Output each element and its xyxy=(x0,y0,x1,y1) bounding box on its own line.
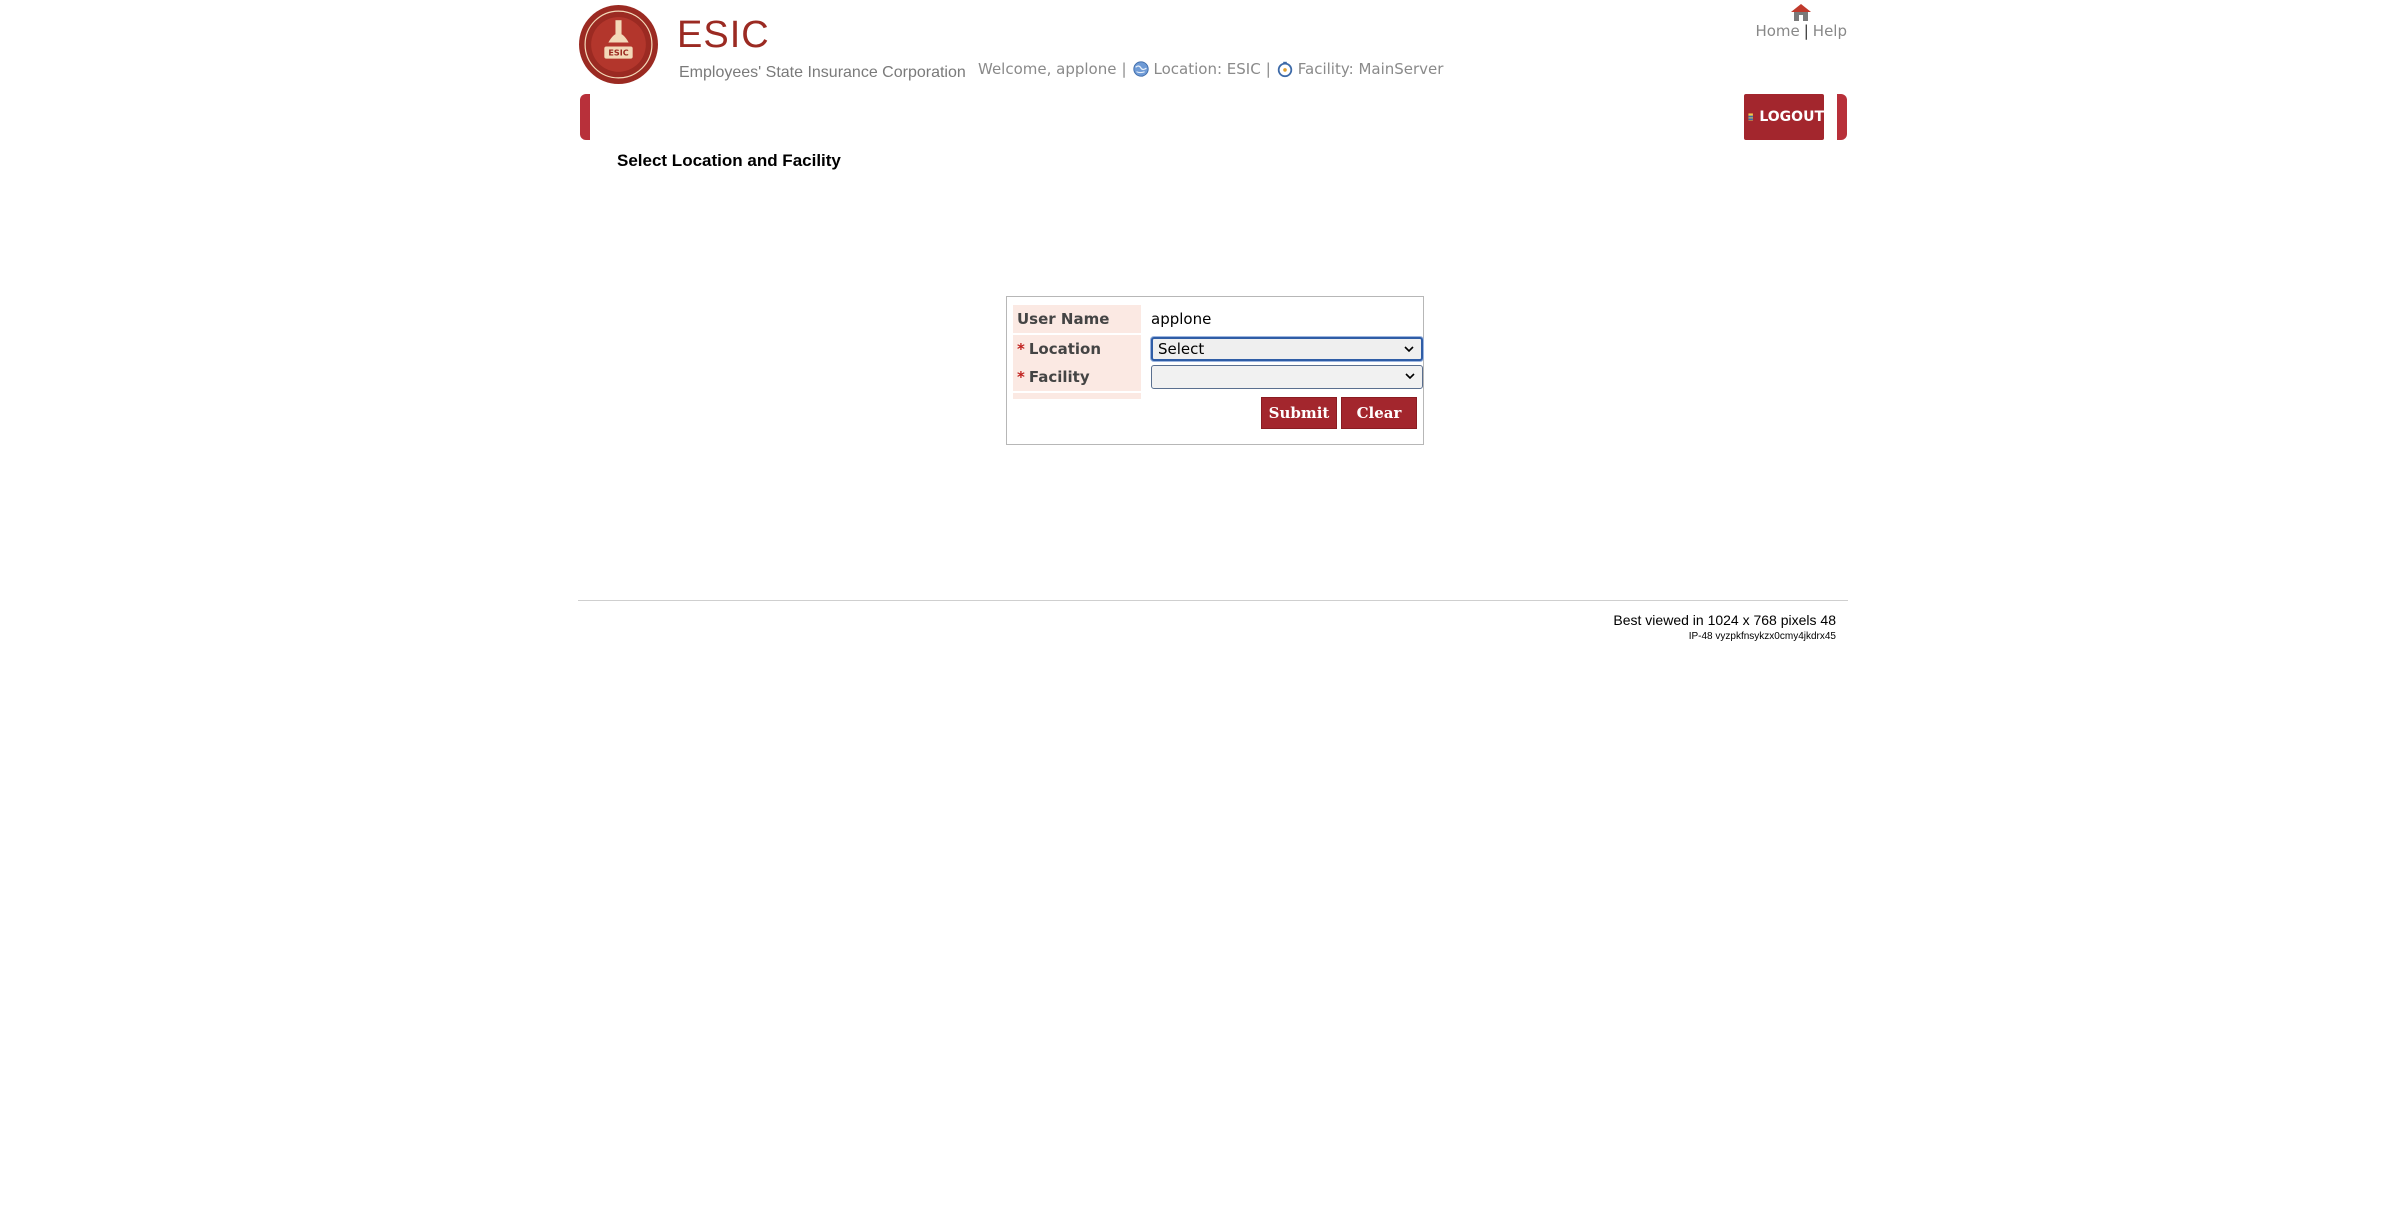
globe-icon xyxy=(1132,61,1149,77)
facility-label: * Facility xyxy=(1013,363,1141,391)
svg-text:ESIC: ESIC xyxy=(608,48,628,58)
separator: | xyxy=(1265,60,1271,78)
welcome-bar: Welcome, applone | Location: ESIC | Faci… xyxy=(978,60,1443,78)
logout-icon xyxy=(1748,113,1753,121)
username-row: User Name applone xyxy=(1013,305,1417,333)
location-row: * Location Select xyxy=(1013,335,1423,363)
home-icon[interactable] xyxy=(1789,2,1813,22)
facility-info: Facility: MainServer xyxy=(1297,60,1444,78)
submit-button[interactable]: Submit xyxy=(1261,397,1337,429)
brand-name: ESIC xyxy=(677,14,770,56)
form-actions: Submit Clear xyxy=(1007,397,1423,429)
separator: | xyxy=(1803,22,1809,40)
logout-label: LOGOUT xyxy=(1759,109,1824,125)
username-value: applone xyxy=(1151,310,1212,328)
location-select[interactable]: Select xyxy=(1151,337,1423,361)
footer-divider xyxy=(578,600,1848,601)
welcome-text: Welcome, applone xyxy=(978,60,1117,78)
server-info: IP-48 vyzpkfnsykzx0cmy4jkdrx45 xyxy=(1688,631,1836,642)
logout-button[interactable]: LOGOUT xyxy=(1744,94,1824,140)
help-link[interactable]: Help xyxy=(1813,22,1847,40)
location-label-text: Location xyxy=(1028,340,1102,358)
location-facility-form: User Name applone * Location Select * Fa… xyxy=(1006,296,1424,445)
username-label: User Name xyxy=(1013,305,1141,333)
facility-label-text: Facility xyxy=(1028,368,1090,386)
page-title: Select Location and Facility xyxy=(617,151,841,170)
clear-button[interactable]: Clear xyxy=(1341,397,1417,429)
location-label: * Location xyxy=(1013,335,1141,363)
esic-logo: ESIC xyxy=(579,5,658,84)
facility-icon xyxy=(1277,61,1292,78)
nav-bar-right-cap xyxy=(1837,94,1847,140)
required-mark: * xyxy=(1017,368,1025,386)
facility-select[interactable] xyxy=(1151,365,1423,389)
home-link[interactable]: Home xyxy=(1755,22,1799,40)
top-links: Home | Help xyxy=(1737,0,1847,44)
best-viewed-note: Best viewed in 1024 x 768 pixels 48 xyxy=(1613,612,1836,628)
separator: | xyxy=(1121,60,1127,78)
chevron-down-icon xyxy=(1405,373,1415,380)
nav-bar-left-cap xyxy=(580,94,590,140)
location-select-value: Select xyxy=(1158,340,1205,358)
brand-subtitle: Employees' State Insurance Corporation xyxy=(679,64,966,81)
required-mark: * xyxy=(1017,340,1025,358)
facility-row: * Facility xyxy=(1013,363,1423,391)
chevron-down-icon xyxy=(1404,346,1414,353)
location-info: Location: ESIC xyxy=(1153,60,1261,78)
